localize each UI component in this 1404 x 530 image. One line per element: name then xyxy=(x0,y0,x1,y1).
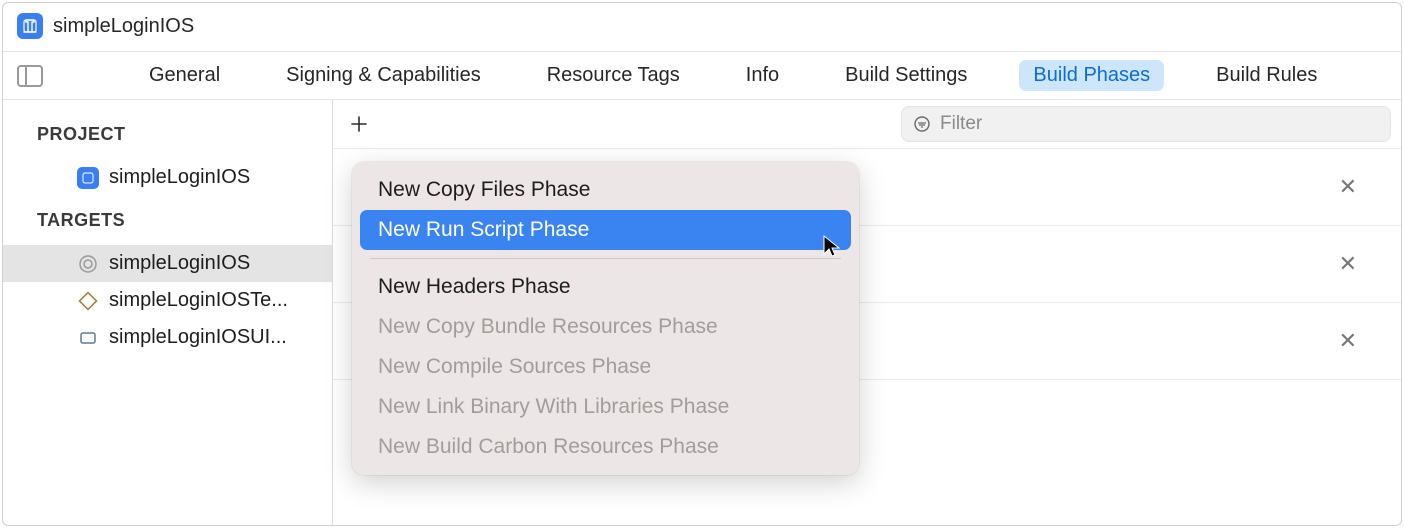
tab-build-phases[interactable]: Build Phases xyxy=(1019,60,1164,91)
menu-item-headers[interactable]: New Headers Phase xyxy=(360,267,851,307)
target-item[interactable]: simpleLoginIOSUI... xyxy=(3,319,332,356)
targets-section-label: TARGETS xyxy=(3,204,332,245)
filter-input[interactable] xyxy=(940,113,1380,135)
panel-toggle-icon[interactable] xyxy=(17,65,43,87)
project-section-label: PROJECT xyxy=(3,118,332,159)
add-phase-button[interactable] xyxy=(343,108,375,140)
target-item[interactable]: simpleLoginIOSTe... xyxy=(3,282,332,319)
test-target-icon xyxy=(77,290,99,312)
window-title: simpleLoginIOS xyxy=(53,15,194,38)
tab-resource-tags[interactable]: Resource Tags xyxy=(533,60,694,91)
menu-item-link-binary: New Link Binary With Libraries Phase xyxy=(360,387,851,427)
tab-build-settings[interactable]: Build Settings xyxy=(831,60,981,91)
close-icon[interactable]: ✕ xyxy=(1339,174,1357,200)
target-item-label: simpleLoginIOSTe... xyxy=(109,289,288,312)
menu-item-carbon-resources: New Build Carbon Resources Phase xyxy=(360,427,851,467)
menu-item-copy-bundle: New Copy Bundle Resources Phase xyxy=(360,307,851,347)
project-item-label: simpleLoginIOS xyxy=(109,166,250,189)
close-icon[interactable]: ✕ xyxy=(1339,251,1357,277)
target-item[interactable]: simpleLoginIOS xyxy=(3,245,332,282)
titlebar: simpleLoginIOS xyxy=(3,3,1401,52)
menu-item-compile-sources: New Compile Sources Phase xyxy=(360,347,851,387)
app-target-icon xyxy=(77,253,99,275)
menu-item-run-script[interactable]: New Run Script Phase xyxy=(360,210,851,250)
xcode-project-icon xyxy=(77,167,99,189)
tab-general[interactable]: General xyxy=(135,60,234,91)
phases-toolbar xyxy=(333,100,1401,149)
tab-info[interactable]: Info xyxy=(732,60,793,91)
tab-build-rules[interactable]: Build Rules xyxy=(1202,60,1331,91)
add-phase-menu: New Copy Files Phase New Run Script Phas… xyxy=(352,162,859,475)
target-item-label: simpleLoginIOSUI... xyxy=(109,326,287,349)
menu-separator xyxy=(370,258,841,259)
uitest-target-icon xyxy=(77,327,99,349)
target-item-label: simpleLoginIOS xyxy=(109,252,250,275)
app-icon xyxy=(17,13,43,39)
filter-icon xyxy=(912,114,932,134)
project-item[interactable]: simpleLoginIOS xyxy=(3,159,332,196)
close-icon[interactable]: ✕ xyxy=(1339,328,1357,354)
menu-item-copy-files[interactable]: New Copy Files Phase xyxy=(360,170,851,210)
tab-signing[interactable]: Signing & Capabilities xyxy=(272,60,495,91)
sidebar: PROJECT simpleLoginIOS TARGETS simpleLog… xyxy=(3,100,333,525)
filter-field[interactable] xyxy=(901,106,1391,142)
tab-bar: General Signing & Capabilities Resource … xyxy=(3,52,1401,100)
